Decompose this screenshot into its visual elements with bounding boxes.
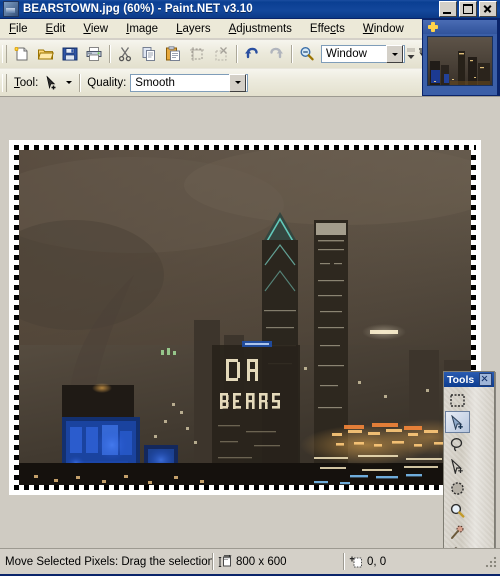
chevron-down-icon [234, 81, 241, 84]
zoom-combobox[interactable]: Window [321, 45, 405, 63]
document-area[interactable]: Tools [0, 96, 500, 548]
window-title: BEARSTOWN.jpg (60%) - Paint.NET v3.10 [23, 3, 253, 15]
tool-options-separator [79, 73, 81, 92]
star-icon [428, 22, 438, 32]
menu-effects[interactable]: Effects [301, 21, 354, 37]
toolbar-overflow-icon [406, 45, 416, 63]
tools-palette[interactable]: Tools [443, 371, 495, 548]
quality-combobox[interactable]: Smooth [130, 73, 249, 92]
tool-dropdown-button[interactable] [62, 71, 76, 94]
redo-icon [267, 45, 285, 63]
tool-move-selected-pixels[interactable] [445, 411, 470, 433]
image-size-value: 800 x 600 [236, 555, 287, 568]
print-button[interactable] [82, 43, 106, 66]
image-size-icon [218, 554, 232, 569]
app-icon [3, 1, 19, 17]
toolbar-separator-2 [236, 45, 237, 63]
open-icon [37, 45, 55, 63]
tool-move-selection[interactable] [445, 455, 470, 477]
close-button[interactable] [479, 1, 497, 17]
zoom-combobox-value: Window [326, 48, 367, 60]
window-controls [439, 1, 497, 17]
tool-rectangle-select[interactable] [445, 389, 470, 411]
toolbar-separator-1 [109, 45, 110, 63]
minimize-button[interactable] [439, 1, 457, 17]
menu-layers[interactable]: Layers [167, 21, 220, 37]
quality-combobox-arrow[interactable] [229, 73, 247, 92]
quality-label: Quality: [87, 76, 127, 89]
status-size-panel: 800 x 600 [213, 553, 343, 571]
tool-pan[interactable] [445, 543, 470, 548]
tools-palette-title: Tools [447, 373, 475, 386]
quality-combobox-value: Smooth [135, 76, 175, 89]
tool-ellipse-select[interactable] [445, 477, 470, 499]
deselect-icon [212, 45, 230, 63]
zoom-button[interactable] [295, 43, 319, 66]
tools-palette-body: A [444, 387, 494, 548]
toolbar-separator-3 [291, 45, 292, 63]
image-thumbnail[interactable] [427, 36, 493, 86]
toolbar-overflow-button[interactable] [405, 43, 417, 66]
crop-icon [188, 45, 206, 63]
menu-bar: File Edit View Image Layers Adjustments … [0, 19, 424, 39]
menu-view[interactable]: View [74, 21, 117, 37]
tools-grid: A [445, 389, 493, 548]
status-cursor-panel: 0, 0 [344, 553, 464, 571]
new-icon [13, 45, 31, 63]
tool-label: Tool: [14, 76, 39, 89]
undo-button[interactable] [240, 43, 264, 66]
paint-net-window: BEARSTOWN.jpg (60%) - Paint.NET v3.10 Fi… [0, 0, 500, 576]
copy-button[interactable] [137, 43, 161, 66]
crop-button[interactable] [185, 43, 209, 66]
zoom-icon [298, 45, 316, 63]
cursor-position-icon [349, 555, 363, 569]
paste-icon [164, 45, 182, 63]
save-button[interactable] [58, 43, 82, 66]
photo-content [14, 145, 476, 490]
menu-edit[interactable]: Edit [37, 21, 75, 37]
active-tool-button[interactable] [42, 71, 62, 94]
status-bar: Move Selected Pixels: Drag the selection… [0, 548, 500, 574]
resize-grip[interactable] [484, 554, 498, 569]
cut-button[interactable] [113, 43, 137, 66]
main-toolbar: Window [0, 40, 429, 68]
maximize-button[interactable] [459, 1, 477, 17]
tool-magic-wand[interactable] [445, 521, 470, 543]
chevron-down-icon [391, 52, 398, 56]
tool-zoom[interactable] [445, 499, 470, 521]
redo-button[interactable] [264, 43, 288, 66]
tool-options-grip[interactable] [2, 73, 7, 92]
title-bar: BEARSTOWN.jpg (60%) - Paint.NET v3.10 [0, 0, 500, 19]
undo-icon [243, 45, 261, 63]
tool-options-toolbar: Tool: Quality: Smooth [0, 68, 424, 96]
image-canvas[interactable] [9, 140, 481, 495]
zoom-combobox-arrow[interactable] [386, 45, 403, 63]
menu-image[interactable]: Image [117, 21, 167, 37]
menu-window[interactable]: Window [354, 21, 413, 37]
menu-file[interactable]: File [0, 21, 37, 37]
deselect-button[interactable] [209, 43, 233, 66]
chevron-down-icon [66, 81, 73, 84]
save-icon [61, 45, 79, 63]
paste-button[interactable] [161, 43, 185, 66]
status-hint-text: Move Selected Pixels: Drag the selection… [5, 555, 212, 568]
tools-palette-close-icon[interactable] [479, 373, 492, 386]
copy-icon [140, 45, 158, 63]
move-selected-pixels-icon [44, 75, 60, 91]
tools-palette-titlebar[interactable]: Tools [444, 372, 494, 387]
open-images-dock[interactable] [422, 19, 498, 96]
cursor-position-value: 0, 0 [367, 555, 387, 568]
cut-icon [116, 45, 134, 63]
tool-lasso-select[interactable] [445, 433, 470, 455]
menu-adjustments[interactable]: Adjustments [220, 21, 301, 37]
status-hint-panel: Move Selected Pixels: Drag the selection… [0, 553, 212, 571]
open-images-header [423, 20, 497, 34]
open-button[interactable] [34, 43, 58, 66]
new-button[interactable] [10, 43, 34, 66]
print-icon [85, 45, 103, 63]
toolbar-grip[interactable] [2, 45, 7, 63]
